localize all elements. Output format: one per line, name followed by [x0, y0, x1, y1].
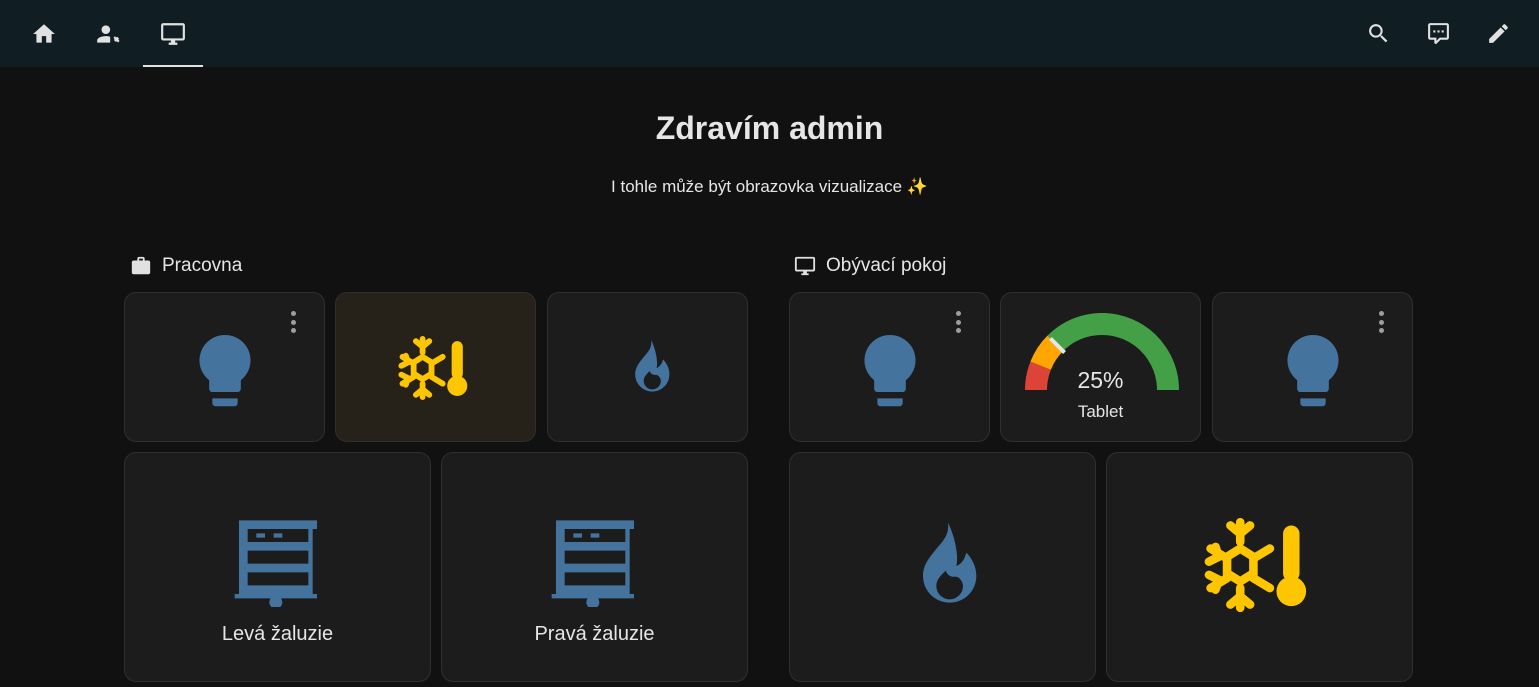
fire-icon — [922, 522, 976, 603]
window-shutter-icon — [234, 520, 317, 607]
cover-name-right: Pravá žaluzie — [534, 623, 655, 645]
briefcase-icon — [131, 256, 151, 275]
section-heading-obyvaci-pokoj: Obývací pokoj — [794, 254, 946, 278]
section-heading-pracovna: Pracovna — [130, 254, 242, 278]
monitor-icon — [794, 256, 816, 276]
window-shutter-icon — [551, 520, 634, 607]
edit-button[interactable] — [1483, 18, 1513, 48]
tab-admin[interactable] — [78, 0, 138, 67]
heating-tile[interactable] — [547, 292, 748, 442]
gauge-name: Tablet — [1077, 402, 1124, 421]
lightbulb-icon — [1286, 334, 1339, 407]
cover-tile-left[interactable]: Levá žaluzie — [124, 452, 431, 682]
more-menu-button[interactable] — [282, 309, 304, 335]
lightbulb-icon — [198, 334, 251, 407]
climate-tile[interactable] — [1106, 452, 1413, 682]
search-icon — [1368, 23, 1387, 42]
tab-home[interactable] — [14, 0, 74, 67]
assist-button[interactable] — [1423, 18, 1453, 48]
section-title: Pracovna — [162, 255, 243, 276]
top-app-bar — [0, 0, 1539, 67]
light-tile[interactable] — [1212, 292, 1413, 442]
gauge-value: 25% — [1077, 367, 1124, 393]
snowflake-thermometer-icon — [1204, 517, 1306, 613]
gauge-tile[interactable]: 25% Tablet — [1000, 292, 1201, 442]
more-menu-button[interactable] — [947, 309, 969, 335]
page-subtitle: I tohle může být obrazovka vizualizace ✨ — [611, 177, 928, 196]
snowflake-thermometer-icon — [397, 336, 467, 400]
light-tile[interactable] — [789, 292, 990, 442]
pencil-icon — [1488, 23, 1508, 43]
page-title: Zdravím admin — [655, 110, 884, 146]
cover-name-left: Levá žaluzie — [221, 623, 334, 645]
tab-dashboard[interactable] — [143, 0, 203, 67]
lightbulb-icon — [863, 334, 916, 407]
more-menu-button[interactable] — [1370, 309, 1392, 335]
climate-tile[interactable] — [335, 292, 536, 442]
assist-chat-icon — [1427, 22, 1449, 44]
home-icon — [33, 23, 55, 43]
section-title: Obývací pokoj — [826, 255, 947, 276]
fire-icon — [634, 340, 669, 392]
search-button[interactable] — [1363, 18, 1393, 48]
gauge-segment-orange — [1030, 335, 1064, 371]
account-wrench-icon — [97, 24, 120, 43]
light-tile[interactable] — [124, 292, 325, 442]
cover-tile-right[interactable]: Pravá žaluzie — [441, 452, 748, 682]
monitor-icon — [161, 22, 185, 45]
heating-tile[interactable] — [789, 452, 1096, 682]
